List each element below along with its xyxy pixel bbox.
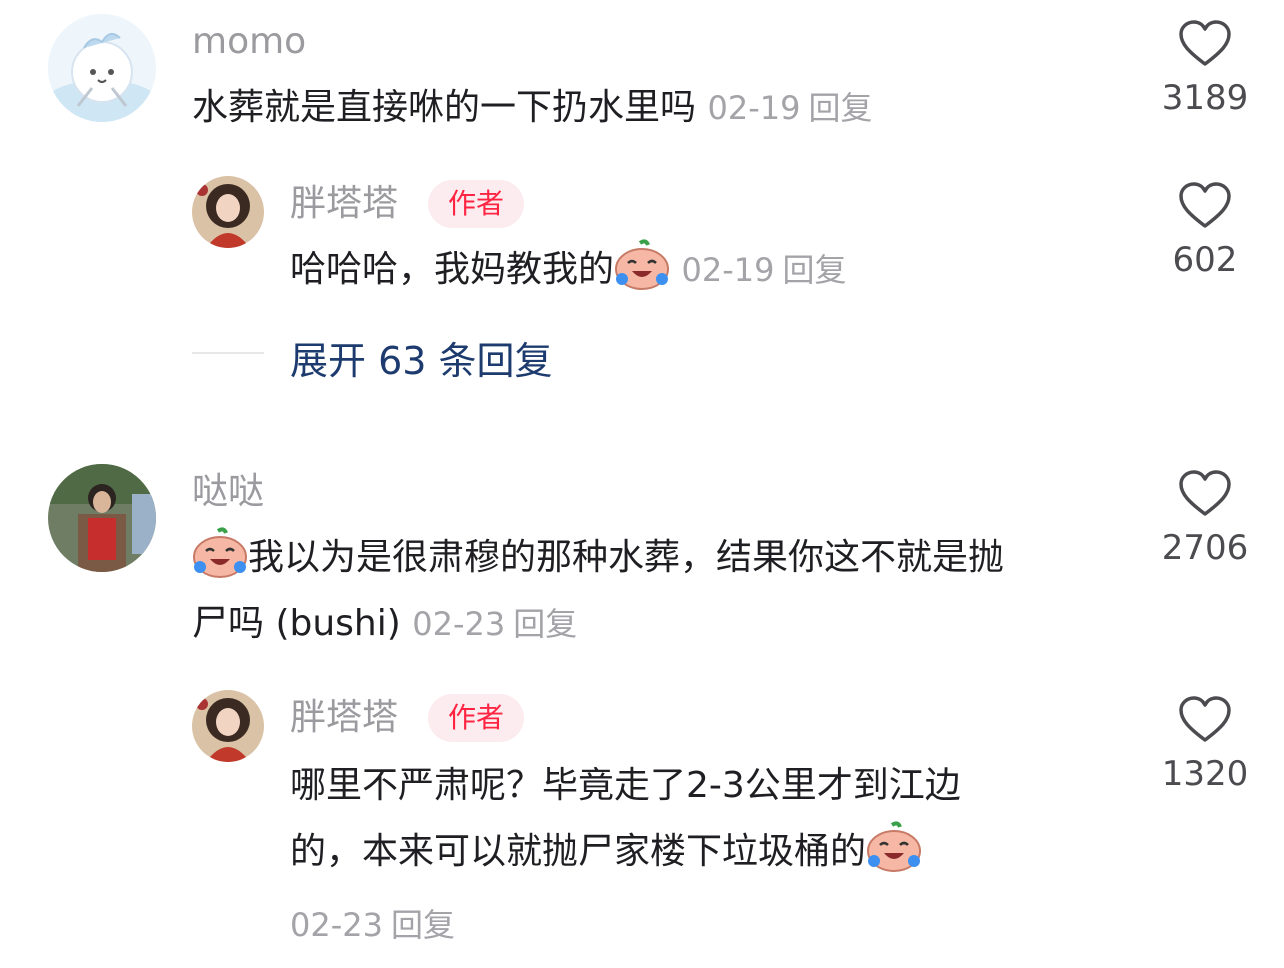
comment-date: 02-23 [412, 605, 506, 643]
like-control[interactable]: 2706 [1150, 470, 1260, 568]
reply-username[interactable]: 胖塔塔 [290, 700, 398, 736]
author-badge: 作者 [428, 694, 524, 742]
comment-body: 尸吗 (bushi) [192, 603, 401, 644]
heart-icon[interactable] [1179, 182, 1231, 230]
reply-date: 02-23 [290, 906, 383, 944]
reply-button[interactable]: 回复 [391, 906, 455, 944]
comment-meta: 02-19 回复 [707, 89, 872, 127]
reply-username[interactable]: 胖塔塔 [290, 186, 398, 222]
heart-icon[interactable] [1179, 696, 1231, 744]
crying-laughing-emoji-icon [614, 239, 670, 312]
divider [192, 352, 264, 354]
avatar[interactable] [48, 14, 156, 122]
like-control[interactable]: 3189 [1150, 20, 1260, 118]
avatar[interactable] [48, 464, 156, 572]
reply-text-line-1: 哪里不严肃呢？毕竟走了2-3公里才到江边 [290, 754, 961, 818]
portrait-avatar-icon [192, 176, 264, 248]
like-count: 2706 [1161, 528, 1249, 568]
like-count: 3189 [1161, 78, 1249, 118]
photo-avatar-icon [48, 464, 156, 572]
reply-text-line-2: 的，本来可以就抛尸家楼下垃圾桶的 [290, 820, 922, 894]
comment-body: 我以为是很肃穆的那种水葬，结果你这不就是抛 [248, 537, 1005, 578]
reply-body: 哈哈哈，我妈教我的 [290, 249, 615, 290]
comment-body: 水葬就是直接咻的一下扔水里吗 [192, 87, 697, 128]
like-count: 1320 [1161, 754, 1249, 794]
cartoon-bird-avatar-icon [48, 14, 156, 122]
reply-text: 哈哈哈，我妈教我的 02-19 回复 [290, 238, 846, 312]
crying-laughing-emoji-icon [192, 527, 248, 600]
comment-username[interactable]: momo [192, 24, 306, 60]
crying-laughing-emoji-icon [866, 821, 922, 894]
heart-icon[interactable] [1179, 20, 1231, 68]
avatar[interactable] [192, 176, 264, 248]
reply-button[interactable]: 回复 [808, 89, 872, 127]
reply-meta: 02-19 回复 [681, 251, 846, 289]
reply-button[interactable]: 回复 [513, 605, 577, 643]
reply-date: 02-19 [681, 251, 775, 289]
reply-meta: 02-23 回复 [290, 900, 455, 946]
comment-text: 水葬就是直接咻的一下扔水里吗 02-19 回复 [192, 76, 872, 140]
comment-date: 02-19 [707, 89, 801, 127]
comment-username[interactable]: 哒哒 [192, 474, 264, 510]
heart-icon[interactable] [1179, 470, 1231, 518]
portrait-avatar-icon [192, 690, 264, 762]
comment-text-line-1: 我以为是很肃穆的那种水葬，结果你这不就是抛 [192, 526, 1004, 600]
comment-text-line-2: 尸吗 (bushi) 02-23 回复 [192, 592, 577, 656]
reply-body: 哪里不严肃呢？毕竟走了2-3公里才到江边 [290, 765, 961, 806]
avatar[interactable] [192, 690, 264, 762]
comment-meta: 02-23 回复 [412, 605, 577, 643]
like-control[interactable]: 602 [1150, 182, 1260, 280]
like-count: 602 [1172, 240, 1238, 280]
reply-body: 的，本来可以就抛尸家楼下垃圾桶的 [290, 831, 867, 872]
like-control[interactable]: 1320 [1150, 696, 1260, 794]
author-badge: 作者 [428, 180, 524, 228]
expand-replies-button[interactable]: 展开 63 条回复 [290, 330, 553, 385]
reply-button[interactable]: 回复 [782, 251, 846, 289]
